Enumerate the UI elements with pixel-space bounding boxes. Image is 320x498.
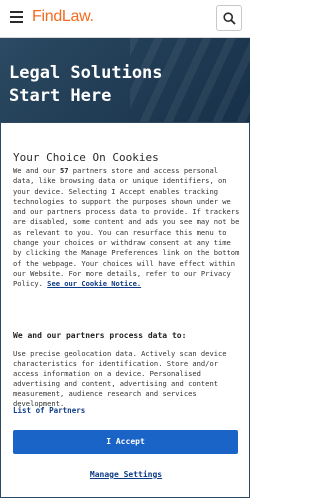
cookie-consent-dialog: Your Choice On Cookies We and our 57 par…	[0, 122, 250, 498]
purposes-text: Use precise geolocation data. Actively s…	[13, 349, 227, 408]
purposes-heading: We and our partners process data to:	[13, 331, 187, 340]
hero-banner: Legal Solutions Start Here	[0, 38, 250, 124]
site-header: FindLaw.	[0, 0, 250, 38]
cookie-dialog-body: We and our 57 partners store and access …	[13, 166, 241, 290]
accept-button[interactable]: I Accept	[13, 430, 238, 454]
cookie-dialog-title: Your Choice On Cookies	[13, 151, 159, 164]
manage-settings-link[interactable]: Manage Settings	[1, 470, 251, 479]
cookie-notice-link[interactable]: See our Cookie Notice.	[47, 279, 141, 288]
body-intro: We and our	[13, 166, 60, 175]
partner-count: 57	[59, 166, 69, 175]
search-icon	[223, 12, 236, 25]
search-button[interactable]	[216, 5, 242, 31]
hamburger-menu-icon[interactable]	[10, 11, 23, 23]
findlaw-logo[interactable]: FindLaw.	[32, 8, 94, 26]
list-of-partners-link[interactable]: List of Partners	[13, 406, 85, 415]
hero-title: Legal Solutions Start Here	[9, 63, 163, 106]
body-main: partners store and access personal data,…	[13, 166, 240, 289]
